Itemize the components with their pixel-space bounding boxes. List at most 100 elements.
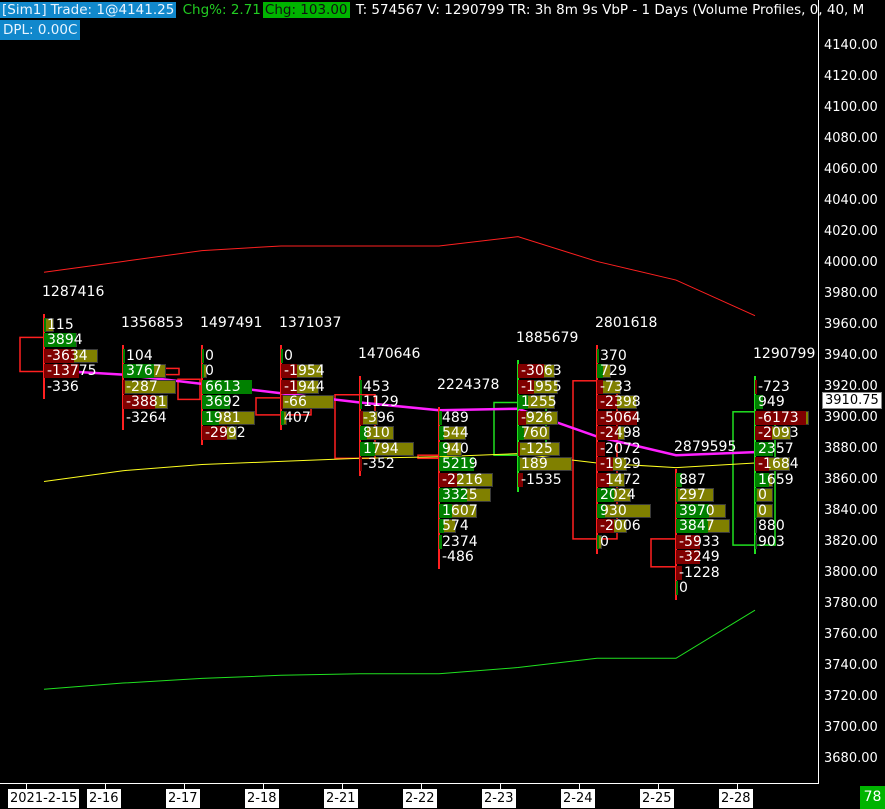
delta-value: 903 bbox=[758, 533, 785, 550]
delta-value: 3325 bbox=[442, 487, 478, 503]
delta-value: 1255 bbox=[521, 394, 557, 410]
delta-value: -66 bbox=[284, 394, 307, 410]
delta-negative-bar bbox=[281, 395, 283, 409]
delta-value: -125 bbox=[521, 440, 553, 457]
day-volume-label: 1497491 bbox=[200, 314, 263, 331]
delta-value: 3894 bbox=[47, 332, 83, 348]
day-volume-label: 1290799 bbox=[753, 345, 816, 362]
delta-value: -3249 bbox=[679, 549, 720, 565]
delta-value: -352 bbox=[363, 456, 395, 472]
delta-value: -5933 bbox=[679, 533, 720, 550]
delta-value: 1981 bbox=[205, 409, 241, 426]
change-value: Chg: 103.00 bbox=[262, 2, 350, 18]
delta-value: 930 bbox=[600, 502, 627, 519]
delta-value: 2374 bbox=[442, 533, 478, 550]
change-percent: Chg%: 2.71 bbox=[182, 2, 261, 18]
date-tick-label: 2-18 bbox=[245, 789, 279, 808]
delta-value: 0 bbox=[205, 347, 214, 364]
delta-negative-bar bbox=[755, 379, 757, 394]
delta-value: 0 bbox=[679, 580, 688, 596]
corner-badge: 78 bbox=[860, 786, 885, 809]
header-stats: T: 574567 V: 1290799 TR: 3h 8m 9s VbP - … bbox=[355, 2, 865, 18]
delta-positive-bar bbox=[123, 348, 125, 363]
price-tick-label: 3780.00 bbox=[824, 596, 878, 611]
lower-band-line bbox=[43, 609, 756, 690]
date-tick-label: 2021-2-15 bbox=[8, 789, 80, 808]
delta-value: -3634 bbox=[47, 347, 88, 364]
delta-value: -1228 bbox=[679, 564, 720, 581]
delta-value: 2024 bbox=[600, 487, 636, 503]
delta-positive-bar bbox=[597, 348, 599, 363]
delta-value: 407 bbox=[284, 409, 311, 426]
delta-negative-bar bbox=[360, 457, 362, 471]
delta-positive-bar bbox=[755, 488, 757, 502]
delta-value: 0 bbox=[758, 487, 767, 503]
date-tick-label: 2-22 bbox=[403, 789, 437, 808]
price-tick-label: 3740.00 bbox=[824, 658, 878, 673]
delta-positive-bar bbox=[597, 534, 599, 549]
account-label: [Sim1] bbox=[0, 2, 49, 18]
delta-value: -3881 bbox=[126, 394, 167, 410]
delta-value: 1129 bbox=[363, 394, 399, 410]
day-volume-label: 1371037 bbox=[279, 314, 342, 331]
delta-value: -3063 bbox=[521, 363, 562, 379]
delta-positive-bar bbox=[755, 503, 757, 518]
delta-value: -6173 bbox=[758, 409, 799, 426]
delta-value: -1955 bbox=[521, 378, 562, 395]
delta-value: 729 bbox=[600, 363, 627, 379]
delta-value: 949 bbox=[758, 394, 785, 410]
price-tick-label: 3900.00 bbox=[824, 410, 878, 425]
delta-value: -1929 bbox=[600, 456, 641, 472]
price-tick-label: 3680.00 bbox=[824, 751, 878, 766]
delta-value: -733 bbox=[600, 378, 632, 395]
price-tick-label: 3860.00 bbox=[824, 472, 878, 487]
delta-value: -396 bbox=[363, 409, 395, 426]
price-tick-label: 4140.00 bbox=[824, 38, 878, 53]
delta-value: -1472 bbox=[600, 471, 641, 488]
upper-band-line bbox=[43, 236, 756, 317]
date-tick-label: 2-17 bbox=[166, 789, 200, 808]
delta-value: 115 bbox=[47, 316, 74, 333]
delta-value: -1684 bbox=[758, 456, 799, 472]
delta-value: 0 bbox=[205, 363, 214, 379]
delta-value: 3692 bbox=[205, 394, 241, 410]
value-area-box bbox=[650, 538, 677, 568]
day-volume-label: 2224378 bbox=[437, 376, 500, 393]
delta-value: 1607 bbox=[442, 502, 478, 519]
delta-value: -2006 bbox=[600, 518, 641, 534]
delta-value: 3847 bbox=[679, 518, 715, 534]
date-tick-label: 2-23 bbox=[482, 789, 516, 808]
date-tick-label: 2-24 bbox=[561, 789, 595, 808]
price-tick-label: 4100.00 bbox=[824, 100, 878, 115]
delta-positive-bar bbox=[676, 581, 678, 595]
date-tick-label: 2-21 bbox=[324, 789, 358, 808]
delta-negative-bar bbox=[518, 441, 520, 456]
day-volume-label: 1287416 bbox=[42, 283, 105, 300]
delta-value: -2992 bbox=[205, 425, 246, 441]
mid-line-line bbox=[43, 453, 756, 483]
price-tick-label: 3840.00 bbox=[824, 503, 878, 518]
delta-value: -2072 bbox=[600, 440, 641, 457]
delta-value: 297 bbox=[679, 487, 706, 503]
price-tick-label: 3940.00 bbox=[824, 348, 878, 363]
delta-value: 0 bbox=[600, 533, 609, 550]
delta-positive-bar bbox=[360, 395, 362, 409]
price-tick-label: 3720.00 bbox=[824, 689, 878, 704]
price-tick-label: 4060.00 bbox=[824, 162, 878, 177]
delta-value: 940 bbox=[442, 440, 469, 457]
price-tick-label: 4120.00 bbox=[824, 69, 878, 84]
delta-value: 3970 bbox=[679, 502, 715, 519]
delta-positive-bar bbox=[360, 379, 362, 394]
delta-value: 1659 bbox=[758, 471, 794, 488]
delta-positive-bar bbox=[202, 348, 204, 363]
delta-positive-bar bbox=[281, 348, 283, 363]
delta-value: -5064 bbox=[600, 409, 641, 426]
delta-value: -2498 bbox=[600, 425, 641, 441]
delta-value: 370 bbox=[600, 347, 627, 364]
delta-value: -1535 bbox=[521, 471, 562, 488]
price-tick-label: 3700.00 bbox=[824, 720, 878, 735]
delta-value: 6613 bbox=[205, 378, 241, 395]
chart-header: [Sim1] Trade: 1@4141.25 Chg%: 2.71 Chg: 10… bbox=[0, 0, 866, 20]
current-price-marker: 3910.75 bbox=[822, 392, 882, 410]
price-tick-label: 3880.00 bbox=[824, 441, 878, 456]
